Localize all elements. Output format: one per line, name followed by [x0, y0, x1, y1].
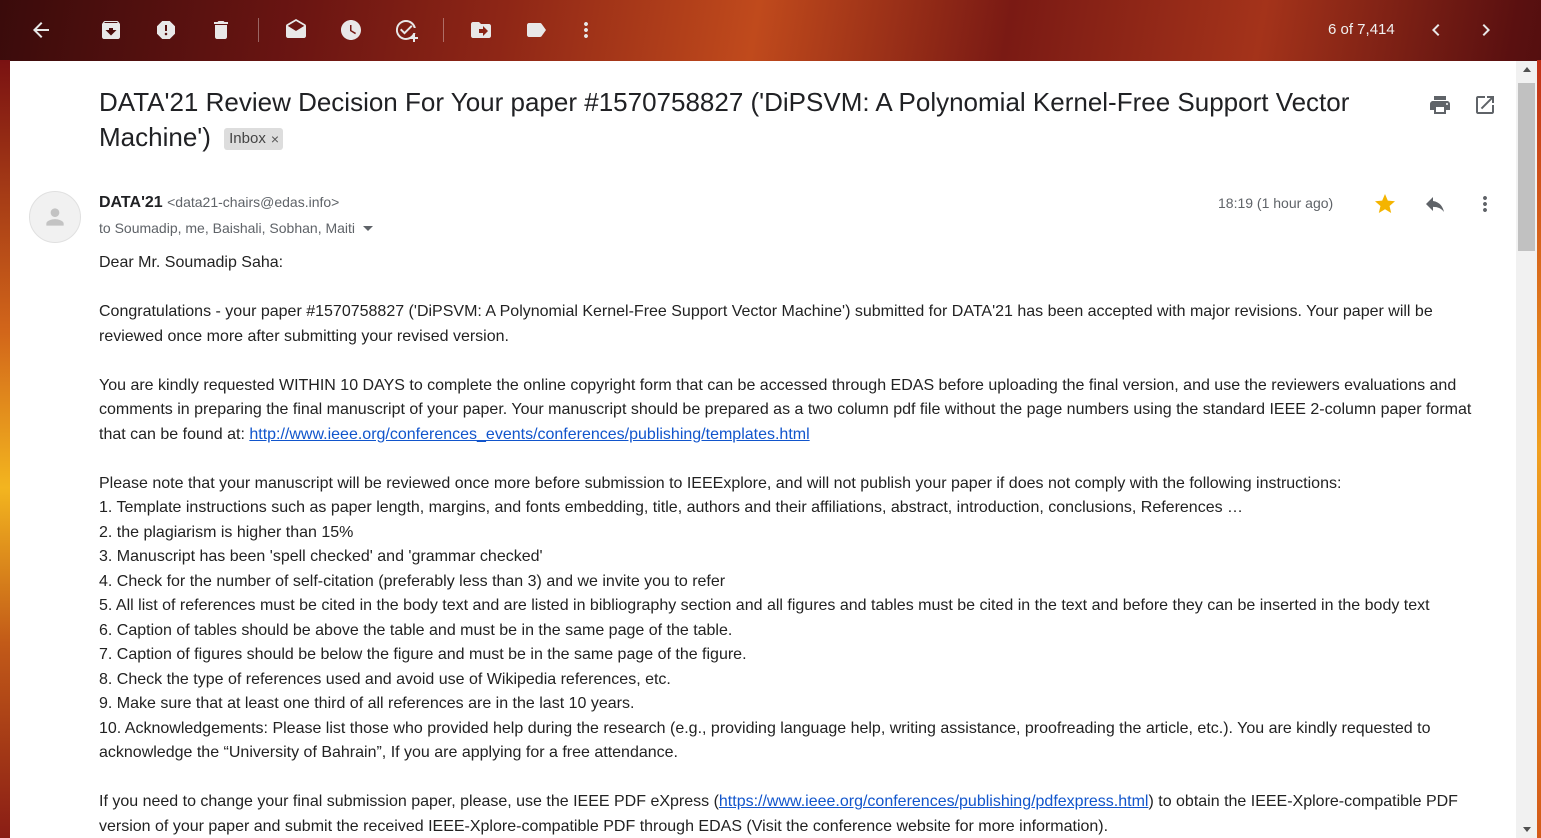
report-spam-icon[interactable] [148, 12, 184, 48]
archive-icon[interactable] [93, 12, 129, 48]
inbox-label-chip[interactable]: Inbox × [224, 128, 284, 150]
instructions-intro: Please note that your manuscript will be… [99, 474, 1342, 492]
delete-icon[interactable] [203, 12, 239, 48]
recipients-line: to Soumadip, me, Baishali, Sobhan, Maiti [99, 220, 374, 236]
paragraph-pdfexpress: If you need to change your final submiss… [99, 790, 1499, 838]
instruction-item: 3. Manuscript has been 'spell checked' a… [99, 548, 543, 565]
instruction-item: 10. Acknowledgements: Please list those … [99, 719, 1431, 762]
snooze-icon[interactable] [333, 12, 369, 48]
email-timestamp: 18:19 (1 hour ago) [1218, 195, 1334, 211]
reply-icon[interactable] [1423, 192, 1447, 216]
email-subject: DATA'21 Review Decision For Your paper #… [99, 85, 1399, 155]
show-details-icon[interactable] [363, 226, 374, 231]
ieee-template-link[interactable]: http://www.ieee.org/conferences_events/c… [249, 426, 809, 443]
remove-label-icon[interactable]: × [271, 129, 279, 149]
paragraph-acceptance: Congratulations - your paper #1570758827… [99, 303, 1433, 345]
instruction-item: 4. Check for the number of self-citation… [99, 572, 726, 590]
toolbar-separator [443, 18, 444, 42]
pagination-count: 6 of 7,414 [1328, 21, 1395, 38]
sender-name[interactable]: DATA'21 [99, 194, 163, 211]
more-vert-icon[interactable] [1473, 192, 1497, 216]
person-icon [46, 208, 64, 226]
instruction-item: 5. All list of references must be cited … [99, 597, 1430, 614]
star-icon[interactable] [1373, 192, 1397, 216]
scroll-down-arrow-icon[interactable] [1516, 820, 1537, 838]
scroll-up-arrow-icon[interactable] [1516, 61, 1537, 79]
subject-text: DATA'21 Review Decision For Your paper #… [99, 87, 1350, 152]
pdfexpress-text-pre: If you need to change your final submiss… [99, 793, 719, 810]
greeting: Dear Mr. Soumadip Saha: [99, 254, 284, 271]
sender-line: DATA'21 <data21-chairs@edas.info> [99, 194, 339, 212]
more-vert-icon[interactable] [568, 12, 604, 48]
email-body: Dear Mr. Soumadip Saha: Congratulations … [99, 251, 1499, 838]
instruction-item: 2. the plagiarism is higher than 15% [99, 523, 354, 541]
print-icon[interactable] [1428, 93, 1452, 117]
chevron-right-icon[interactable] [1468, 12, 1504, 48]
open-in-new-window-icon[interactable] [1473, 93, 1497, 117]
sender-avatar[interactable] [29, 191, 81, 243]
move-to-icon[interactable] [463, 12, 499, 48]
instruction-item: 6. Caption of tables should be above the… [99, 621, 733, 639]
back-arrow-icon[interactable] [23, 12, 59, 48]
instruction-item: 1. Template instructions such as paper l… [99, 499, 1244, 516]
sender-email: <data21-chairs@edas.info> [167, 194, 340, 210]
email-reading-pane: DATA'21 Review Decision For Your paper #… [10, 61, 1516, 838]
toolbar-separator [258, 18, 259, 42]
background-wallpaper [0, 60, 10, 838]
chevron-left-icon[interactable] [1418, 12, 1454, 48]
inbox-label-text: Inbox [229, 130, 266, 147]
instruction-item: 7. Caption of figures should be below th… [99, 646, 747, 663]
add-task-icon[interactable] [388, 12, 424, 48]
mark-unread-icon[interactable] [278, 12, 314, 48]
label-icon[interactable] [518, 12, 554, 48]
instruction-item: 8. Check the type of references used and… [99, 670, 671, 688]
pdfexpress-link[interactable]: https://www.ieee.org/conferences/publish… [719, 793, 1149, 810]
paragraph-copyright: You are kindly requested WITHIN 10 DAYS … [99, 374, 1499, 448]
vertical-scrollbar[interactable] [1516, 61, 1537, 838]
instruction-item: 9. Make sure that at least one third of … [99, 695, 635, 712]
email-toolbar: 6 of 7,414 [0, 0, 1541, 60]
recipients-text: to Soumadip, me, Baishali, Sobhan, Maiti [99, 220, 356, 236]
background-wallpaper-right [1537, 60, 1541, 838]
scrollbar-thumb[interactable] [1518, 83, 1535, 251]
